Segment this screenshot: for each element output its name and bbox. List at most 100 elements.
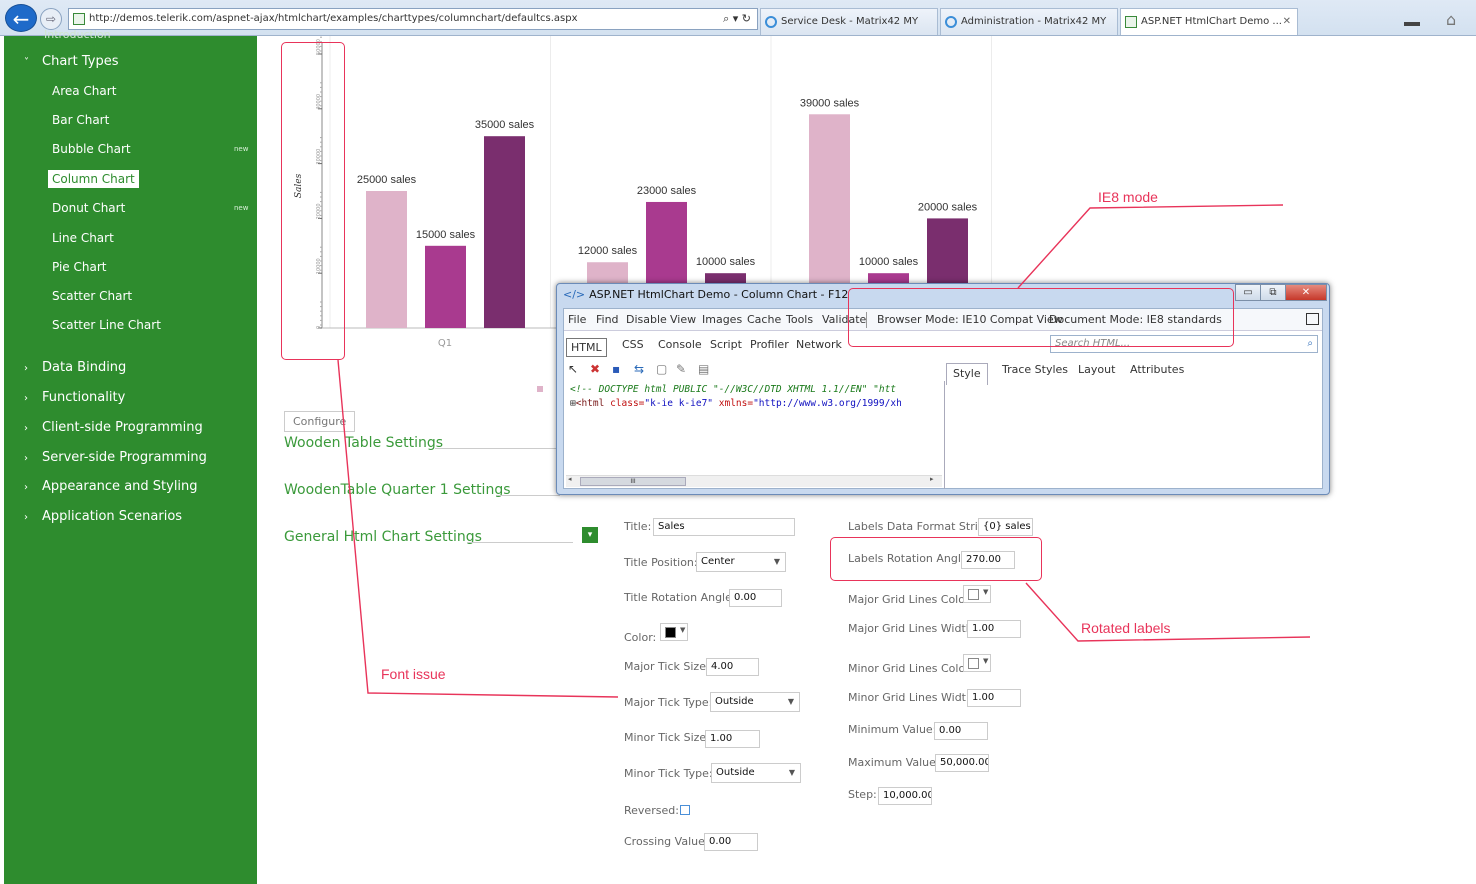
configure-button[interactable]: Configure <box>284 411 356 432</box>
minor-grid-color-picker[interactable]: ▼ <box>963 654 991 672</box>
menu-tools[interactable]: Tools <box>786 313 813 326</box>
horizontal-scrollbar[interactable]: ◂ III ▸ <box>566 475 942 487</box>
word-wrap-icon[interactable]: ▢ <box>656 362 667 376</box>
label-minor-grid-color: Minor Grid Lines Color: <box>848 662 974 675</box>
tab-console[interactable]: Console <box>658 338 702 351</box>
labels-format-input[interactable]: {0} sales <box>978 518 1033 536</box>
maximum-value-input[interactable]: 50,000.00 <box>935 754 989 772</box>
minimize-button[interactable]: ▭ <box>1235 284 1261 301</box>
select-element-icon[interactable]: ↖ <box>568 362 578 376</box>
minimum-value-input[interactable]: 0.00 <box>934 722 988 740</box>
menu-cache[interactable]: Cache <box>747 313 781 326</box>
major-tick-size-input[interactable]: 4.00 <box>706 658 759 676</box>
dock-icon[interactable] <box>1306 313 1319 325</box>
scroll-left-icon[interactable]: ◂ <box>568 475 572 483</box>
step-input[interactable]: 10,000.00 <box>878 787 932 805</box>
sidebar-section-server-side[interactable]: › Server-side Programming <box>24 448 207 468</box>
tab-network[interactable]: Network <box>796 338 842 351</box>
tab-administration[interactable]: Administration - Matrix42 MY <box>940 8 1118 35</box>
major-grid-width-input[interactable]: 1.00 <box>967 620 1021 638</box>
major-tick-type-select[interactable]: Outside ▼ <box>710 692 800 712</box>
sidebar-item-bubble-chart[interactable]: Bubble Chart <box>48 140 135 158</box>
url-text: http://demos.telerik.com/aspnet-ajax/htm… <box>89 13 578 24</box>
bar-data-label: 35000 sales <box>475 119 535 131</box>
tab-trace-styles[interactable]: Trace Styles <box>1002 363 1068 376</box>
sidebar-item-scatter-chart[interactable]: Scatter Chart <box>48 287 136 305</box>
minimize-icon[interactable] <box>1404 22 1420 26</box>
title-position-select[interactable]: Center ▼ <box>696 552 786 572</box>
menu-disable[interactable]: Disable <box>626 313 667 326</box>
save-icon[interactable]: ▪ <box>612 362 620 376</box>
title-input[interactable]: Sales <box>653 518 795 536</box>
label-major-grid-width: Major Grid Lines Width: <box>848 622 977 635</box>
settings-header-general[interactable]: General Html Chart Settings <box>284 529 482 545</box>
menu-find[interactable]: Find <box>596 313 619 326</box>
reversed-checkbox[interactable] <box>680 805 690 815</box>
bar <box>425 245 466 328</box>
refresh-icon[interactable]: ⇆ <box>634 362 644 376</box>
page-icon <box>1125 16 1137 28</box>
address-controls[interactable]: ⌕ ▾ ↻ <box>723 9 751 29</box>
sidebar: Introduction ˅ Chart Types Area Chart Bar… <box>4 28 257 884</box>
chevron-right-icon: › <box>24 482 28 493</box>
address-bar[interactable]: http://demos.telerik.com/aspnet-ajax/htm… <box>68 8 758 30</box>
minor-tick-size-input[interactable]: 1.00 <box>705 730 760 748</box>
tab-style[interactable]: Style <box>946 363 988 385</box>
menu-file[interactable]: File <box>568 313 586 326</box>
back-button[interactable]: ← <box>5 4 37 32</box>
clear-icon[interactable]: ✖ <box>590 362 600 376</box>
sidebar-item-scatter-line-chart[interactable]: Scatter Line Chart <box>48 316 165 334</box>
maximize-button[interactable]: ⧉ <box>1260 284 1286 301</box>
tab-profiler[interactable]: Profiler <box>750 338 789 351</box>
edit-icon[interactable]: ✎ <box>676 362 686 376</box>
search-icon[interactable]: ⌕ <box>1307 336 1313 352</box>
color-picker[interactable]: ▼ <box>660 623 688 641</box>
sidebar-item-pie-chart[interactable]: Pie Chart <box>48 258 110 276</box>
pane-splitter[interactable] <box>944 381 945 489</box>
sidebar-section-appearance[interactable]: › Appearance and Styling <box>24 477 198 497</box>
close-tab-icon[interactable]: ✕ <box>1283 9 1291 35</box>
minor-grid-width-input[interactable]: 1.00 <box>967 689 1021 707</box>
label-minimum-value: Minimum Value: <box>848 723 937 736</box>
scroll-right-icon[interactable]: ▸ <box>930 475 934 483</box>
tab-service-desk[interactable]: Service Desk - Matrix42 MY <box>760 8 938 35</box>
major-grid-color-picker[interactable]: ▼ <box>963 585 991 603</box>
sidebar-section-client-side[interactable]: › Client-side Programming <box>24 418 203 438</box>
close-button[interactable]: ✕ <box>1285 284 1327 301</box>
sidebar-item-area-chart[interactable]: Area Chart <box>48 82 120 100</box>
dom-icon[interactable]: ▤ <box>698 362 709 376</box>
sidebar-item-line-chart[interactable]: Line Chart <box>48 229 118 247</box>
settings-header-wooden-table[interactable]: Wooden Table Settings <box>284 435 443 451</box>
crossing-value-input[interactable]: 0.00 <box>704 833 758 851</box>
menu-view[interactable]: View <box>670 313 696 326</box>
menu-images[interactable]: Images <box>702 313 742 326</box>
settings-header-quarter-1[interactable]: WoodenTable Quarter 1 Settings <box>284 482 511 498</box>
bar-data-label: 25000 sales <box>357 174 417 186</box>
devtools-title-bar[interactable]: </> ASP.NET HtmlChart Demo - Column Chart… <box>563 288 848 301</box>
sidebar-section-application-scenarios[interactable]: › Application Scenarios <box>24 507 182 527</box>
sidebar-section-chart-types[interactable]: ˅ Chart Types <box>24 52 119 72</box>
tab-html[interactable]: HTML <box>566 338 607 357</box>
tab-htmlchart-demo[interactable]: ASP.NET HtmlChart Demo ... ✕ <box>1120 8 1298 35</box>
sidebar-item-column-chart[interactable]: Column Chart <box>48 170 139 188</box>
collapse-toggle-icon[interactable]: ▾ <box>582 527 598 543</box>
sidebar-item-donut-chart[interactable]: Donut Chart <box>48 199 129 217</box>
new-badge: new <box>234 145 249 153</box>
sidebar-item-bar-chart[interactable]: Bar Chart <box>48 111 113 129</box>
forward-button[interactable]: ⇨ <box>40 8 62 30</box>
html-tree[interactable]: <!-- DOCTYPE html PUBLIC "-//W3C//DTD XH… <box>570 383 942 411</box>
bar-data-label: 15000 sales <box>416 229 476 241</box>
favicon-icon <box>73 13 85 25</box>
title-rotation-input[interactable]: 0.00 <box>729 589 782 607</box>
tab-css[interactable]: CSS <box>622 338 644 351</box>
sidebar-cut-item[interactable]: Introduction <box>44 28 111 41</box>
scroll-thumb[interactable]: III <box>580 477 686 486</box>
tab-layout[interactable]: Layout <box>1078 363 1115 376</box>
tab-script[interactable]: Script <box>710 338 742 351</box>
tab-attributes[interactable]: Attributes <box>1130 363 1184 376</box>
chevron-right-icon: › <box>24 423 28 434</box>
minor-tick-type-select[interactable]: Outside ▼ <box>711 763 801 783</box>
home-icon[interactable]: ⌂ <box>1446 10 1456 29</box>
sidebar-section-functionality[interactable]: › Functionality <box>24 388 125 408</box>
sidebar-section-data-binding[interactable]: › Data Binding <box>24 358 126 378</box>
